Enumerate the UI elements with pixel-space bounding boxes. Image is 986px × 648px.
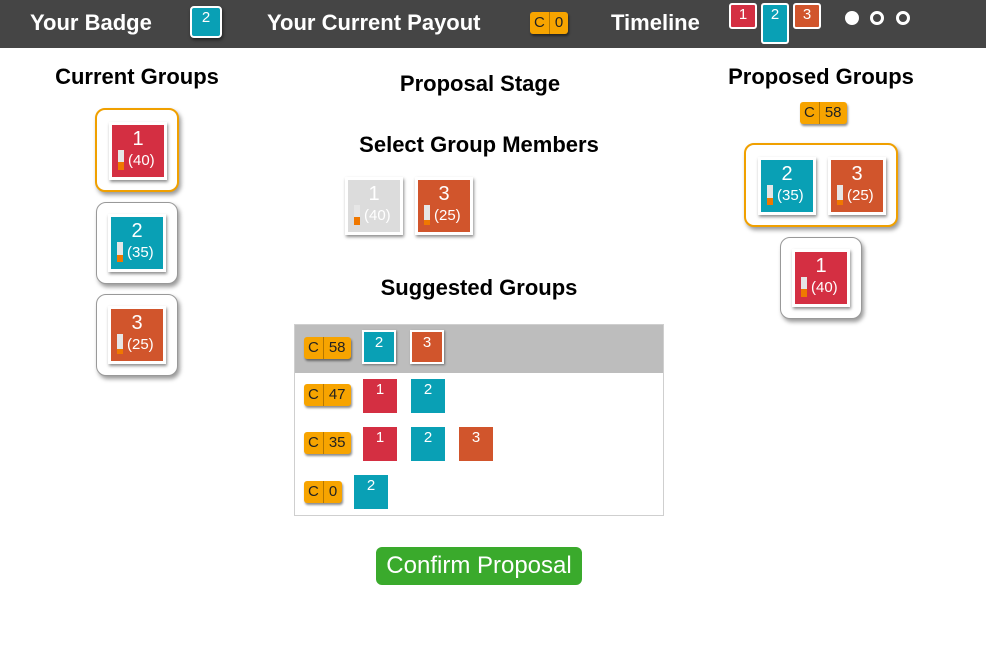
coin-value: 0 bbox=[554, 14, 564, 31]
stage-dot-pending bbox=[896, 11, 910, 25]
stage-title: Proposal Stage bbox=[399, 71, 561, 96]
proposed-group-card[interactable]: 2 (35) 3 (25) bbox=[744, 143, 898, 227]
member-square-1: 1 bbox=[363, 379, 397, 413]
timeline-label: Timeline bbox=[611, 10, 700, 35]
current-groups-title: Current Groups bbox=[55, 64, 219, 89]
current-group-card[interactable]: 3 (25) bbox=[96, 294, 178, 376]
timeline-item-1: 1 bbox=[729, 3, 757, 29]
suggested-group-row[interactable]: C 58 2 3 bbox=[295, 325, 663, 373]
stage-dot-completed bbox=[845, 11, 859, 25]
member-square-1: 1 bbox=[363, 427, 397, 461]
member-tile-1: 1 (40) bbox=[792, 249, 850, 307]
value-bar bbox=[354, 205, 360, 225]
suggested-groups-list: C 58 2 3 C 47 1 2 C 35 1 2 3 C 0 2 bbox=[294, 324, 664, 516]
proposed-group-card[interactable]: 1 (40) bbox=[780, 237, 862, 319]
member-tile-2: 2 (35) bbox=[108, 214, 166, 272]
coin-letter: C bbox=[530, 12, 550, 34]
timeline-item-2-active: 2 bbox=[761, 3, 789, 44]
stage-dot-pending bbox=[870, 11, 884, 25]
top-bar: Your Badge 2 Your Current Payout C 0 Tim… bbox=[0, 0, 986, 48]
value-bar bbox=[117, 334, 123, 354]
select-members-title: Select Group Members bbox=[359, 132, 599, 157]
member-square-3: 3 bbox=[459, 427, 493, 461]
timeline-item-3: 3 bbox=[793, 3, 821, 29]
your-badge: 2 bbox=[190, 6, 222, 38]
member-square-2: 2 bbox=[362, 330, 396, 364]
member-tile-1: 1 (40) bbox=[109, 122, 167, 180]
suggested-group-row[interactable]: C 47 1 2 bbox=[295, 373, 663, 421]
member-tile-2: 2 (35) bbox=[758, 157, 816, 215]
select-member-tile-3[interactable]: 3 (25) bbox=[415, 177, 473, 235]
value-bar bbox=[767, 185, 773, 205]
suggested-group-row[interactable]: C 35 1 2 3 bbox=[295, 421, 663, 469]
value-bar bbox=[801, 277, 807, 297]
member-square-3: 3 bbox=[410, 330, 444, 364]
payout-coin: C 47 bbox=[304, 384, 351, 406]
value-bar bbox=[117, 242, 123, 262]
current-payout-coin: C 0 bbox=[530, 12, 569, 34]
proposed-groups-title: Proposed Groups bbox=[728, 64, 914, 89]
proposed-payout-coin: C 58 bbox=[800, 102, 847, 124]
suggested-groups-title: Suggested Groups bbox=[380, 275, 578, 300]
member-square-2: 2 bbox=[354, 475, 388, 509]
payout-label: Your Current Payout bbox=[267, 10, 481, 35]
payout-coin: C 58 bbox=[304, 337, 351, 359]
value-bar bbox=[424, 205, 430, 225]
payout-coin: C 0 bbox=[304, 481, 343, 503]
payout-coin: C 35 bbox=[304, 432, 351, 454]
badge-label: Your Badge bbox=[30, 10, 152, 35]
current-group-card[interactable]: 1 (40) bbox=[95, 108, 179, 192]
current-group-card[interactable]: 2 (35) bbox=[96, 202, 178, 284]
value-bar bbox=[837, 185, 843, 205]
member-square-2: 2 bbox=[411, 427, 445, 461]
select-member-tile-1-disabled: 1 (40) bbox=[345, 177, 403, 235]
member-tile-3: 3 (25) bbox=[108, 306, 166, 364]
member-tile-3: 3 (25) bbox=[828, 157, 886, 215]
member-square-2: 2 bbox=[411, 379, 445, 413]
suggested-group-row[interactable]: C 0 2 bbox=[295, 469, 663, 517]
value-bar bbox=[118, 150, 124, 170]
confirm-proposal-button[interactable]: Confirm Proposal bbox=[376, 547, 582, 585]
